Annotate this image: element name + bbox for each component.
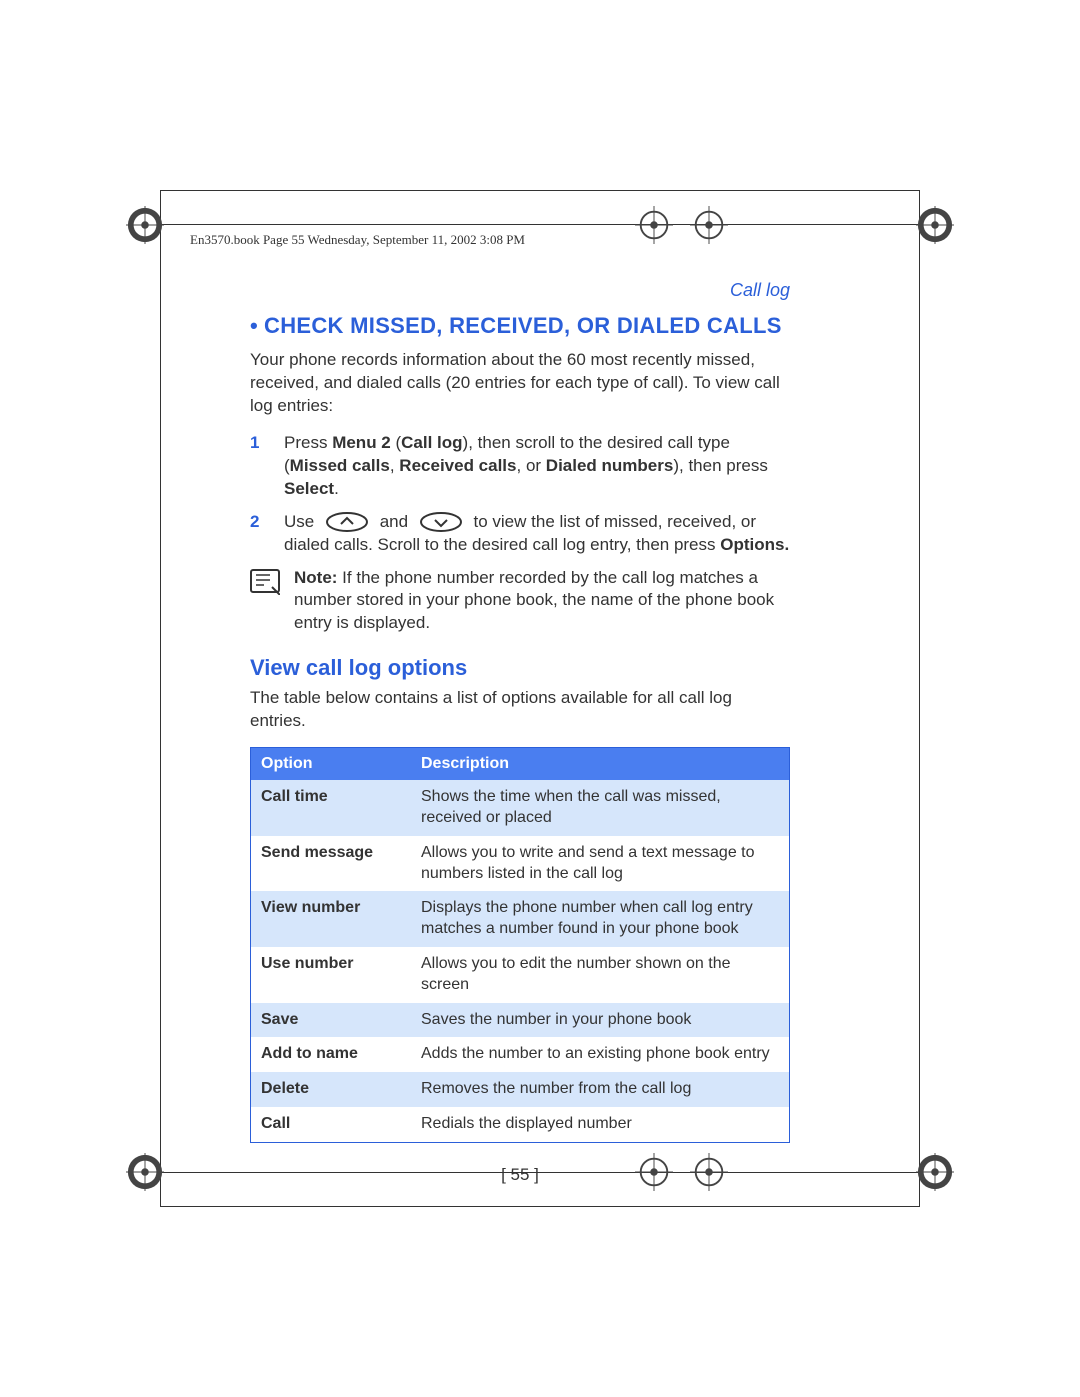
step-number: 2 — [250, 511, 266, 557]
section-label: Call log — [250, 280, 790, 301]
table-row: Send messageAllows you to write and send… — [251, 836, 790, 892]
scroll-up-key-icon — [325, 512, 369, 532]
bullet-icon: • — [250, 313, 258, 338]
intro-paragraph: Your phone records information about the… — [250, 349, 790, 418]
cell-description: Displays the phone number when call log … — [411, 891, 790, 947]
table-row: CallRedials the displayed number — [251, 1107, 790, 1142]
page-number: [ 55 ] — [250, 1165, 790, 1185]
registration-mark-icon — [126, 206, 164, 244]
col-header-description: Description — [411, 748, 790, 781]
options-table: Option Description Call timeShows the ti… — [250, 747, 790, 1143]
cell-option: Send message — [251, 836, 412, 892]
note-text: Note: If the phone number recorded by th… — [294, 567, 790, 636]
table-row: Use numberAllows you to edit the number … — [251, 947, 790, 1003]
cell-option: Use number — [251, 947, 412, 1003]
step-number: 1 — [250, 432, 266, 501]
registration-mark-icon — [690, 206, 728, 244]
crop-line — [130, 224, 950, 225]
step-text: Press Menu 2 (Call log), then scroll to … — [284, 432, 790, 501]
registration-mark-icon — [916, 1153, 954, 1191]
cell-description: Allows you to edit the number shown on t… — [411, 947, 790, 1003]
table-header-row: Option Description — [251, 748, 790, 781]
cell-description: Removes the number from the call log — [411, 1072, 790, 1107]
scroll-down-key-icon — [419, 512, 463, 532]
heading-2: View call log options — [250, 655, 790, 681]
heading-1: •CHECK MISSED, RECEIVED, OR DIALED CALLS — [250, 313, 790, 339]
cell-option: View number — [251, 891, 412, 947]
page-content: Call log •CHECK MISSED, RECEIVED, OR DIA… — [250, 280, 790, 1185]
cell-description: Saves the number in your phone book — [411, 1003, 790, 1038]
heading-1-text: CHECK MISSED, RECEIVED, OR DIALED CALLS — [264, 313, 782, 338]
table-intro: The table below contains a list of optio… — [250, 687, 790, 733]
step-text: Use and to view the list of missed, rece… — [284, 511, 790, 557]
registration-mark-icon — [635, 206, 673, 244]
table-row: Add to nameAdds the number to an existin… — [251, 1037, 790, 1072]
cell-description: Redials the displayed number — [411, 1107, 790, 1142]
cell-description: Shows the time when the call was missed,… — [411, 780, 790, 836]
table-row: View numberDisplays the phone number whe… — [251, 891, 790, 947]
cell-description: Adds the number to an existing phone boo… — [411, 1037, 790, 1072]
cell-option: Call time — [251, 780, 412, 836]
note-block: Note: If the phone number recorded by th… — [250, 567, 790, 636]
list-item: 1 Press Menu 2 (Call log), then scroll t… — [250, 432, 790, 501]
table-row: SaveSaves the number in your phone book — [251, 1003, 790, 1038]
col-header-option: Option — [251, 748, 412, 781]
list-item: 2 Use and to view the list of missed, re… — [250, 511, 790, 557]
cell-option: Save — [251, 1003, 412, 1038]
registration-mark-icon — [126, 1153, 164, 1191]
registration-mark-icon — [916, 206, 954, 244]
table-row: DeleteRemoves the number from the call l… — [251, 1072, 790, 1107]
cell-option: Call — [251, 1107, 412, 1142]
cell-option: Add to name — [251, 1037, 412, 1072]
step-list: 1 Press Menu 2 (Call log), then scroll t… — [250, 432, 790, 557]
cell-option: Delete — [251, 1072, 412, 1107]
cell-description: Allows you to write and send a text mess… — [411, 836, 790, 892]
book-header: En3570.book Page 55 Wednesday, September… — [190, 232, 525, 248]
note-icon — [250, 569, 280, 595]
table-row: Call timeShows the time when the call wa… — [251, 780, 790, 836]
